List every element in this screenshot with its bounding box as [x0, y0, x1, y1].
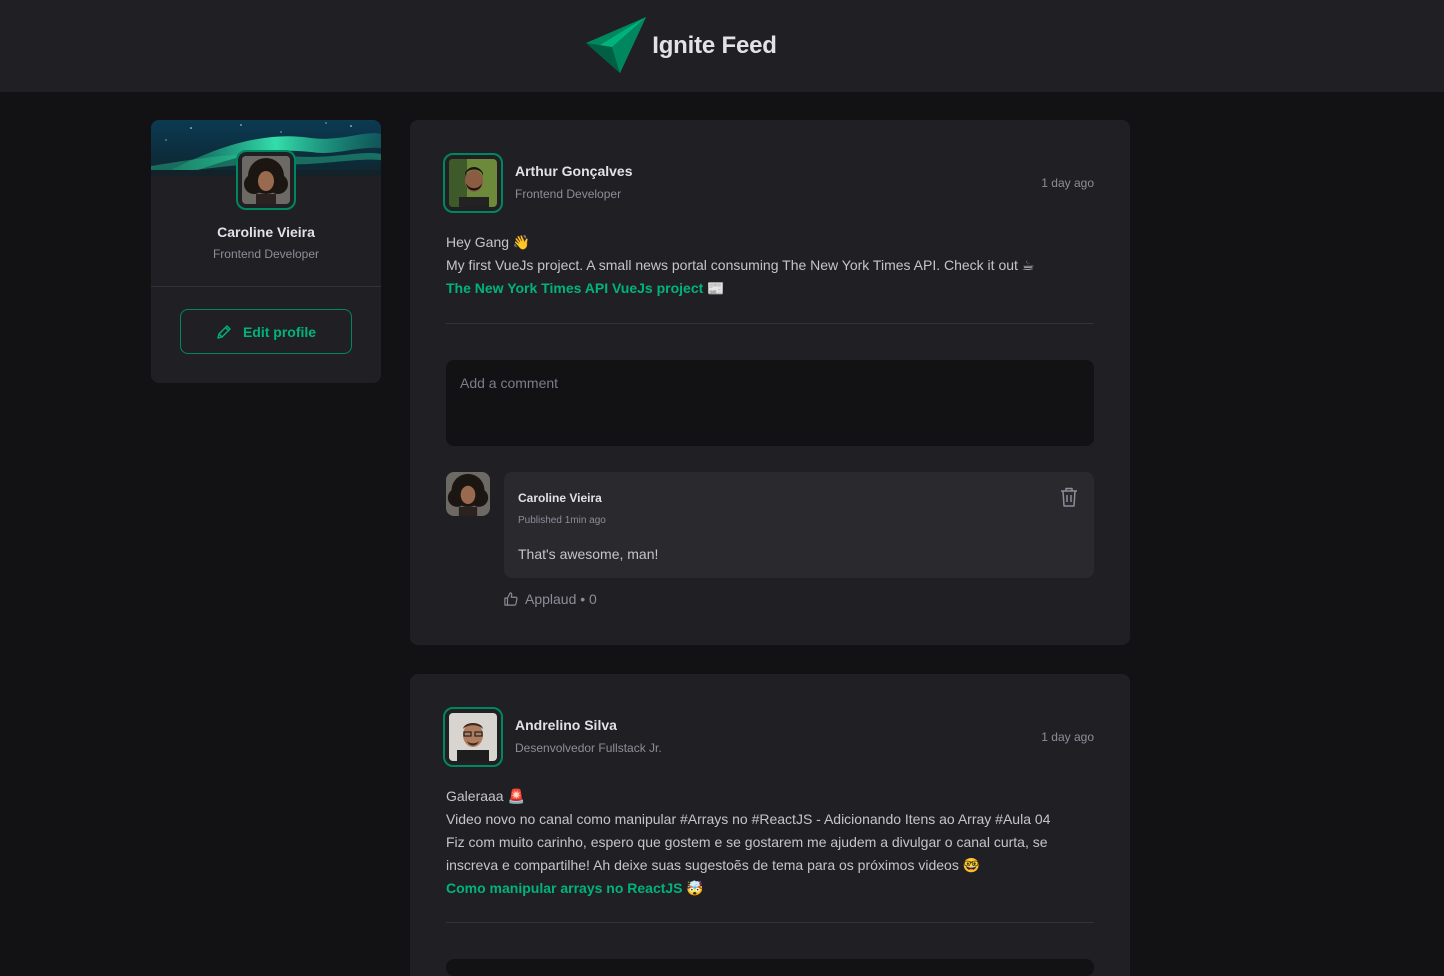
comment-input[interactable]: Add a comment: [446, 360, 1094, 446]
post-divider: [446, 922, 1094, 923]
profile-avatar[interactable]: [236, 150, 296, 210]
edit-profile-button[interactable]: Edit profile: [180, 309, 352, 354]
comment-time: Published 1min ago: [518, 515, 606, 526]
post-divider: [446, 323, 1094, 324]
man-beard-avatar-icon: [449, 159, 497, 207]
post-content: Galeraaa 🚨 Video novo no canal como mani…: [446, 785, 1094, 900]
woman-curly-hair-avatar-icon: [446, 472, 490, 516]
trash-icon[interactable]: [1060, 487, 1078, 507]
post-time[interactable]: 1 day ago: [994, 176, 1094, 190]
comment-text: That's awesome, man!: [518, 546, 659, 562]
post-link[interactable]: Como manipular arrays no ReactJS 🤯: [446, 877, 1094, 900]
post-author-avatar[interactable]: [443, 153, 503, 213]
post-link[interactable]: The New York Times API VueJs project 📰: [446, 277, 1094, 300]
post-author-role: Frontend Developer: [515, 187, 622, 201]
app-header: Ignite Feed: [0, 0, 1444, 92]
profile-name: Caroline Vieira: [217, 224, 315, 240]
app-title: Ignite Feed: [652, 32, 777, 59]
post-author-avatar[interactable]: [443, 707, 503, 767]
post-line: Fiz com muito carinho, espero que gostem…: [446, 834, 1048, 850]
comment-author-name: Caroline Vieira: [518, 491, 602, 505]
post-line: inscreva e compartilhe! Ah deixe suas su…: [446, 857, 981, 873]
post-line: My first VueJs project. A small news por…: [446, 257, 1035, 273]
post-time[interactable]: 1 day ago: [994, 730, 1094, 744]
thumbs-up-icon: [504, 592, 518, 606]
post-author-role: Desenvolvedor Fullstack Jr.: [515, 741, 662, 755]
applaud-label: Applaud • 0: [525, 591, 597, 607]
post-author-name[interactable]: Andrelino Silva: [515, 717, 617, 733]
post-line: Hey Gang 👋: [446, 234, 531, 250]
comment-author-avatar[interactable]: [446, 472, 490, 516]
post-content: Hey Gang 👋 My first VueJs project. A sma…: [446, 231, 1094, 300]
post-line: Video novo no canal como manipular #Arra…: [446, 811, 1051, 827]
edit-profile-label: Edit profile: [242, 323, 317, 340]
post-author-name[interactable]: Arthur Gonçalves: [515, 163, 632, 179]
comment-input[interactable]: [446, 959, 1094, 976]
logo[interactable]: Ignite Feed: [584, 15, 777, 77]
man-glasses-avatar-icon: [449, 713, 497, 761]
sidebar-divider: [151, 286, 381, 287]
pencil-icon: [217, 324, 231, 339]
post-line: Galeraaa 🚨: [446, 788, 525, 804]
applaud-button[interactable]: Applaud • 0: [504, 591, 597, 607]
logo-icon: [586, 17, 647, 73]
profile-role: Frontend Developer: [212, 247, 320, 261]
woman-curly-hair-avatar-icon: [242, 156, 290, 204]
